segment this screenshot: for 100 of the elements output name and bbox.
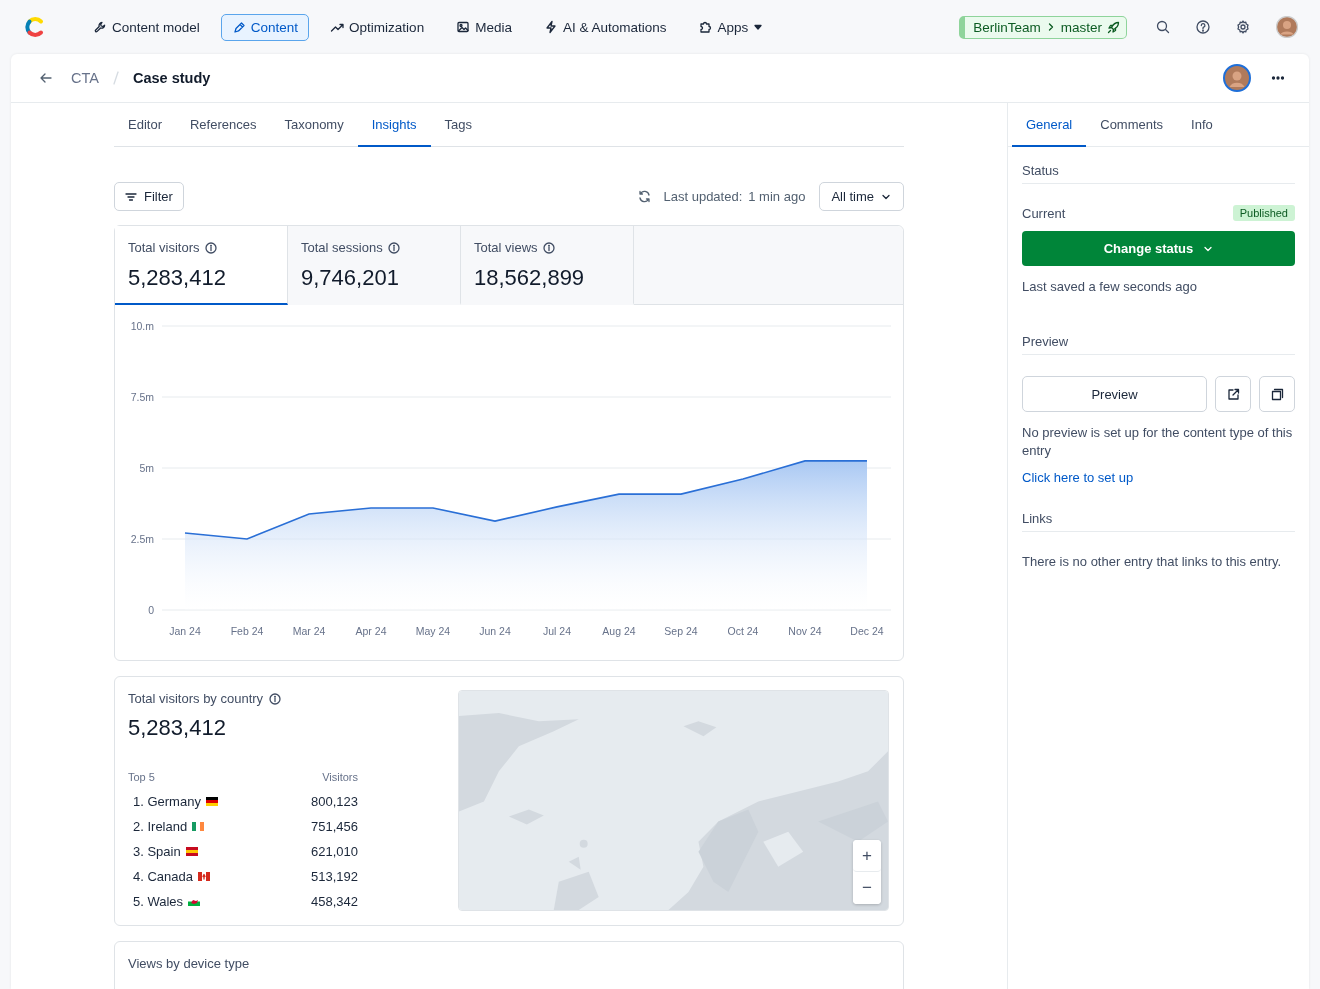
last-updated-value: 1 min ago (748, 189, 806, 204)
preview-note: No preview is set up for the content type of this entry (1022, 424, 1294, 460)
filter-icon (125, 190, 137, 203)
axis-label: Jan 24 (169, 625, 201, 637)
metric-value: 5,283,412 (128, 265, 227, 291)
change-status-button[interactable]: Change status (1022, 231, 1295, 266)
logo-icon (24, 16, 46, 38)
entry-title: Case study (132, 70, 212, 86)
metric-tab[interactable]: Total views 18,562,899 (461, 226, 634, 305)
country-name: 3. Spain (133, 844, 181, 859)
setup-link[interactable]: Click here to set up (1022, 470, 1134, 485)
axis-label: 7.5m (130, 391, 154, 403)
tab[interactable]: References (175, 103, 271, 147)
column-header: Visitors (322, 771, 358, 783)
rocket-icon (1107, 20, 1120, 34)
metric-value: 18,562,899 (474, 265, 586, 291)
column-header: Top 5 (128, 771, 155, 783)
slash-icon (112, 71, 119, 85)
visitor-count: 751,456 (311, 819, 358, 834)
tab[interactable]: Editor (114, 103, 176, 147)
search-icon[interactable] (1156, 20, 1170, 34)
axis-label: Nov 24 (788, 625, 822, 637)
nav-item[interactable]: Apps (687, 13, 775, 41)
pen-icon (231, 20, 246, 34)
flag-icon (198, 872, 210, 881)
refresh-icon (638, 190, 652, 203)
tab[interactable]: Info (1177, 103, 1227, 147)
country-name: 5. Wales (133, 894, 184, 909)
tab[interactable]: Taxonomy (270, 103, 358, 147)
section-heading: Links (1022, 495, 1295, 532)
axis-label: Jul 24 (543, 625, 571, 637)
tab[interactable]: Comments (1086, 103, 1178, 147)
axis-label: Feb 24 (230, 625, 264, 637)
info-icon (542, 241, 555, 254)
space-name: BerlinTeam (973, 19, 1041, 35)
axis-label: May 24 (415, 625, 451, 637)
links-note: There is no other entry that links to this entry. (1022, 554, 1283, 569)
country-name: 2. Ireland (133, 819, 188, 834)
flag-icon (205, 797, 218, 806)
settings-icon[interactable] (1236, 20, 1250, 34)
axis-label: 2.5m (130, 533, 154, 545)
nav-item[interactable]: Content model (82, 13, 211, 41)
visitor-count: 800,123 (311, 794, 358, 809)
visitor-count: 458,342 (311, 894, 358, 909)
metric-label: Total visitors (128, 240, 200, 255)
status-badge: Published (1232, 205, 1295, 221)
flag-icon (188, 897, 201, 906)
section-heading: Status (1022, 147, 1295, 184)
visitor-count: 621,010 (311, 844, 358, 859)
axis-label: 0 (148, 604, 154, 616)
wrench-icon (93, 20, 107, 34)
caret-icon (753, 22, 764, 32)
branch-badge[interactable]: BerlinTeam master (959, 15, 1127, 39)
flag-icon (192, 822, 205, 831)
help-icon[interactable] (1196, 20, 1210, 34)
visitor-count: 513,192 (311, 869, 358, 884)
copy-icon (1270, 387, 1284, 401)
avatar-icon[interactable] (1276, 16, 1298, 38)
axis-label: Jun 24 (479, 625, 511, 637)
info-icon (387, 241, 400, 254)
tab[interactable]: General (1012, 103, 1087, 147)
copy-button[interactable] (1259, 376, 1295, 412)
card-title: Views by device type (128, 956, 251, 971)
zoom-in-button[interactable]: + (853, 840, 881, 872)
info-icon (204, 241, 217, 254)
open-external-button[interactable] (1215, 376, 1251, 412)
visitors-total: 5,283,412 (128, 715, 227, 741)
environment-name: master (1060, 19, 1102, 35)
avatar-icon (1223, 64, 1251, 92)
section-heading: Preview (1022, 318, 1295, 355)
axis-label: 10.m (130, 320, 154, 332)
nav-item[interactable]: AI & Automations (532, 13, 678, 41)
preview-button[interactable]: Preview (1022, 376, 1207, 412)
breadcrumb-link[interactable]: CTA (71, 70, 99, 86)
country-name: 4. Canada (133, 869, 193, 884)
last-updated-label: Last updated: (663, 189, 743, 204)
axis-label: Mar 24 (292, 625, 326, 637)
puzzle-icon (698, 20, 713, 34)
axis-label: Sep 24 (664, 625, 698, 637)
filter-button[interactable]: Filter (114, 182, 184, 211)
nav-item[interactable]: Content (220, 13, 310, 41)
info-icon (269, 692, 282, 705)
axis-label: Oct 24 (727, 625, 759, 637)
zoom-out-button[interactable]: − (853, 872, 881, 904)
metric-tab[interactable]: Total visitors 5,283,412 (115, 226, 288, 305)
tab[interactable]: Tags (430, 103, 486, 147)
metric-tab[interactable]: Total sessions 9,746,201 (288, 226, 461, 305)
external-link-icon (1226, 387, 1240, 401)
country-name: 1. Germany (133, 794, 201, 809)
metric-label: Total sessions (301, 240, 383, 255)
card-title: Total visitors by country (128, 691, 264, 706)
nav-item[interactable]: Optimization (319, 13, 436, 41)
time-range-dropdown[interactable]: All time (819, 182, 904, 211)
axis-label: Dec 24 (850, 625, 884, 637)
nav-item[interactable]: Media (445, 13, 523, 41)
back-arrow-icon[interactable] (39, 71, 53, 85)
axis-label: Apr 24 (355, 625, 387, 637)
axis-label: 5m (139, 462, 154, 474)
metric-value: 9,746,201 (301, 265, 400, 291)
tab[interactable]: Insights (357, 103, 431, 147)
